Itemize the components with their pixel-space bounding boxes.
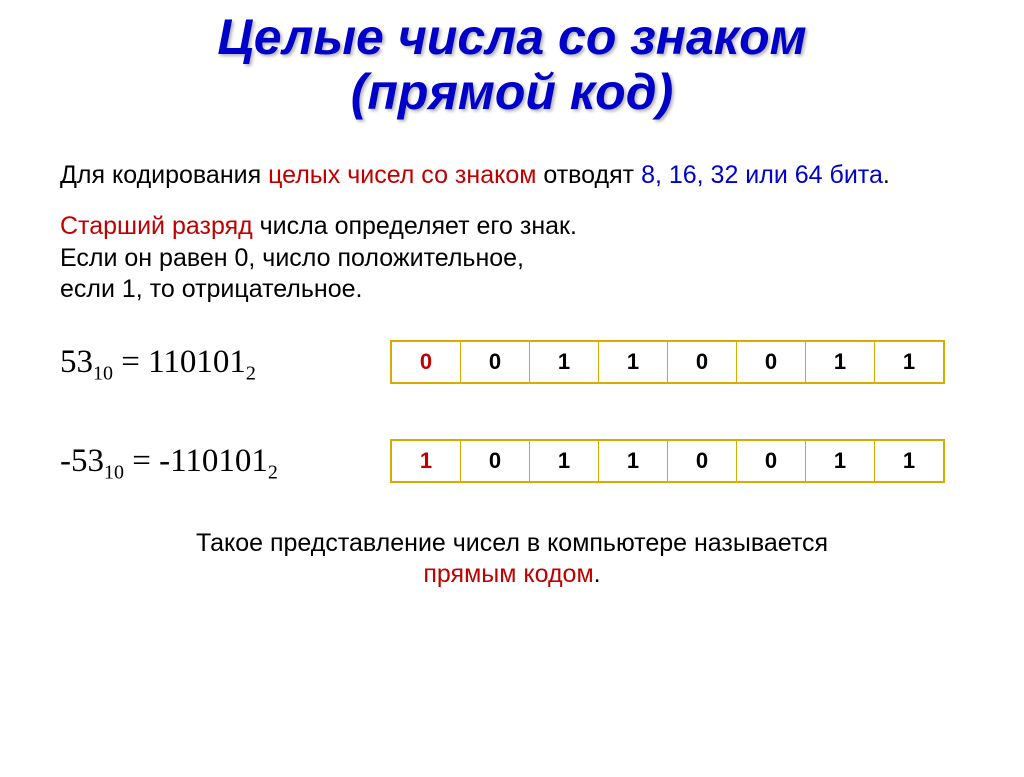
bit-cell: 1 (530, 440, 599, 482)
bit-table-negative: 1 0 1 1 0 0 1 1 (390, 439, 945, 483)
ex2-sub2: 2 (268, 461, 278, 483)
bit-cell: 1 (806, 341, 875, 383)
p1-seg1: Для кодирования (60, 161, 268, 189)
paragraph-sign-bit: Старший разряд числа определяет его знак… (60, 211, 964, 305)
slide-content: Для кодирования целых чисел со знаком от… (0, 160, 1024, 591)
footer-seg2: прямым кодом (423, 560, 593, 588)
p2-seg4: если 1, то отрицательное. (60, 275, 362, 303)
bit-cell: 0 (391, 341, 461, 383)
bit-cell: 1 (391, 440, 461, 482)
footer-seg1: Такое представление чисел в компьютере н… (196, 529, 828, 557)
p1-seg3: отводят (536, 161, 641, 189)
slide-title: Целые числа со знаком (прямой код) (0, 10, 1024, 120)
ex2-sub1: 10 (104, 461, 124, 483)
example-negative: -5310 = -1101012 1 0 1 1 0 0 1 1 (60, 439, 964, 483)
p1-seg4: 8, 16, 32 или 64 бита (641, 161, 883, 189)
ex1-eq: = 110101 (113, 344, 246, 380)
bit-cell: 1 (599, 440, 668, 482)
formula-negative: -5310 = -1101012 (60, 443, 390, 480)
bit-cell: 0 (737, 341, 806, 383)
bit-cell: 0 (668, 341, 737, 383)
title-line-2: (прямой код) (351, 64, 674, 120)
p1-seg2: целых чисел со знаком (268, 161, 536, 189)
title-line-1: Целые числа со знаком (217, 9, 806, 65)
p1-seg5: . (883, 161, 890, 189)
bit-cell: 0 (461, 440, 530, 482)
bit-cell: 1 (875, 440, 945, 482)
bit-cell: 0 (668, 440, 737, 482)
ex1-sub1: 10 (93, 362, 113, 384)
bit-table-positive: 0 0 1 1 0 0 1 1 (390, 340, 945, 384)
bit-cell: 1 (806, 440, 875, 482)
formula-positive: 5310 = 1101012 (60, 344, 390, 381)
p2-seg2: числа определяет его знак. (253, 212, 577, 240)
ex1-num: 53 (60, 344, 93, 380)
footer-seg3: . (594, 560, 601, 588)
bit-cell: 1 (530, 341, 599, 383)
ex1-sub2: 2 (246, 362, 256, 384)
p2-seg1: Старший разряд (60, 212, 253, 240)
bit-cell: 1 (599, 341, 668, 383)
bit-cell: 0 (737, 440, 806, 482)
example-positive: 5310 = 1101012 0 0 1 1 0 0 1 1 (60, 340, 964, 384)
ex2-eq: = -110101 (124, 443, 268, 479)
paragraph-encoding-bits: Для кодирования целых чисел со знаком от… (60, 160, 964, 191)
p2-seg3: Если он равен 0, число положительное, (60, 244, 524, 272)
bit-cell: 1 (875, 341, 945, 383)
footer-text: Такое представление чисел в компьютере н… (60, 528, 964, 591)
ex2-num: -53 (60, 443, 104, 479)
bit-cell: 0 (461, 341, 530, 383)
